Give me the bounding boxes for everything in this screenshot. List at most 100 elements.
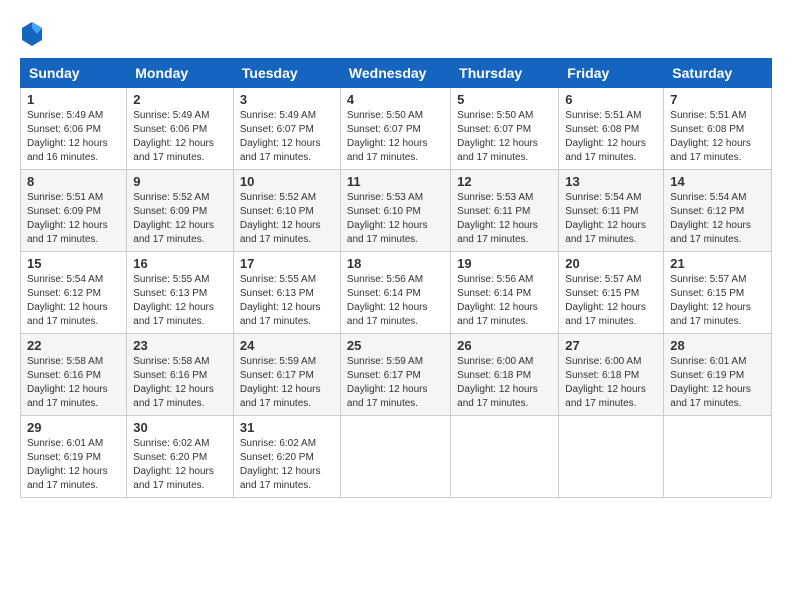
calendar-cell: 9Sunrise: 5:52 AMSunset: 6:09 PMDaylight…	[127, 170, 234, 252]
day-number: 18	[347, 256, 444, 271]
calendar-cell: 28 Sunrise: 6:01 AMSunset: 6:19 PMDayligh…	[664, 334, 772, 416]
calendar-header-wednesday: Wednesday	[340, 59, 450, 88]
calendar-cell: 26Sunrise: 6:00 AMSunset: 6:18 PMDayligh…	[451, 334, 559, 416]
cell-info: Sunrise: 5:54 AMSunset: 6:12 PMDaylight:…	[670, 192, 751, 245]
calendar-week-row: 22Sunrise: 5:58 AMSunset: 6:16 PMDayligh…	[21, 334, 772, 416]
calendar-cell: 11 Sunrise: 5:53 AMSunset: 6:10 PMDayligh…	[340, 170, 450, 252]
calendar-table: SundayMondayTuesdayWednesdayThursdayFrid…	[20, 58, 772, 498]
cell-info: Sunrise: 6:02 AMSunset: 6:20 PMDaylight:…	[240, 438, 321, 491]
calendar-cell: 14Sunrise: 5:54 AMSunset: 6:12 PMDayligh…	[664, 170, 772, 252]
day-number: 28	[670, 338, 765, 353]
day-number: 12	[457, 174, 552, 189]
cell-info: Sunrise: 6:01 AMSunset: 6:19 PMDaylight:…	[27, 438, 108, 491]
calendar-cell: 6 Sunrise: 5:51 AMSunset: 6:08 PMDaylight…	[559, 88, 664, 170]
calendar-cell: 24Sunrise: 5:59 AMSunset: 6:17 PMDayligh…	[233, 334, 340, 416]
cell-info: Sunrise: 5:52 AMSunset: 6:10 PMDaylight:…	[240, 192, 321, 245]
calendar-cell: 3 Sunrise: 5:49 AMSunset: 6:07 PMDaylight…	[233, 88, 340, 170]
day-number: 26	[457, 338, 552, 353]
logo	[20, 20, 48, 48]
calendar-cell: 5 Sunrise: 5:50 AMSunset: 6:07 PMDaylight…	[451, 88, 559, 170]
cell-info: Sunrise: 5:54 AMSunset: 6:12 PMDaylight:…	[27, 274, 108, 327]
day-number: 27	[565, 338, 657, 353]
day-number: 1	[27, 92, 120, 107]
cell-info: Sunrise: 5:58 AMSunset: 6:16 PMDaylight:…	[27, 356, 108, 409]
calendar-cell: 25 Sunrise: 5:59 AMSunset: 6:17 PMDayligh…	[340, 334, 450, 416]
calendar-body: 1 Sunrise: 5:49 AMSunset: 6:06 PMDaylight…	[21, 88, 772, 498]
cell-info: Sunrise: 5:59 AMSunset: 6:17 PMDaylight:…	[240, 356, 321, 409]
day-number: 20	[565, 256, 657, 271]
day-number: 25	[347, 338, 444, 353]
calendar-cell: 13 Sunrise: 5:54 AMSunset: 6:11 PMDayligh…	[559, 170, 664, 252]
day-number: 11	[347, 174, 444, 189]
calendar-header-sunday: Sunday	[21, 59, 127, 88]
calendar-header-row: SundayMondayTuesdayWednesdayThursdayFrid…	[21, 59, 772, 88]
calendar-header-friday: Friday	[559, 59, 664, 88]
calendar-cell: 2 Sunrise: 5:49 AMSunset: 6:06 PMDaylight…	[127, 88, 234, 170]
day-number: 8	[27, 174, 120, 189]
calendar-week-row: 8 Sunrise: 5:51 AMSunset: 6:09 PMDaylight…	[21, 170, 772, 252]
day-number: 3	[240, 92, 334, 107]
calendar-week-row: 15Sunrise: 5:54 AMSunset: 6:12 PMDayligh…	[21, 252, 772, 334]
cell-info: Sunrise: 6:01 AMSunset: 6:19 PMDaylight:…	[670, 356, 751, 409]
day-number: 2	[133, 92, 227, 107]
day-number: 29	[27, 420, 120, 435]
calendar-cell: 12 Sunrise: 5:53 AMSunset: 6:11 PMDayligh…	[451, 170, 559, 252]
cell-info: Sunrise: 5:51 AMSunset: 6:09 PMDaylight:…	[27, 192, 108, 245]
calendar-header-tuesday: Tuesday	[233, 59, 340, 88]
cell-info: Sunrise: 5:53 AMSunset: 6:11 PMDaylight:…	[457, 192, 538, 245]
cell-info: Sunrise: 5:59 AMSunset: 6:17 PMDaylight:…	[347, 356, 428, 409]
calendar-cell: 8 Sunrise: 5:51 AMSunset: 6:09 PMDaylight…	[21, 170, 127, 252]
cell-info: Sunrise: 5:50 AMSunset: 6:07 PMDaylight:…	[457, 110, 538, 163]
calendar-cell	[664, 416, 772, 498]
day-number: 5	[457, 92, 552, 107]
cell-info: Sunrise: 6:00 AMSunset: 6:18 PMDaylight:…	[565, 356, 646, 409]
cell-info: Sunrise: 5:51 AMSunset: 6:08 PMDaylight:…	[565, 110, 646, 163]
day-number: 13	[565, 174, 657, 189]
cell-info: Sunrise: 5:58 AMSunset: 6:16 PMDaylight:…	[133, 356, 214, 409]
cell-info: Sunrise: 5:49 AMSunset: 6:07 PMDaylight:…	[240, 110, 321, 163]
day-number: 6	[565, 92, 657, 107]
day-number: 23	[133, 338, 227, 353]
page-header	[20, 20, 772, 48]
calendar-header-monday: Monday	[127, 59, 234, 88]
cell-info: Sunrise: 5:55 AMSunset: 6:13 PMDaylight:…	[133, 274, 214, 327]
cell-info: Sunrise: 5:51 AMSunset: 6:08 PMDaylight:…	[670, 110, 751, 163]
day-number: 4	[347, 92, 444, 107]
calendar-cell: 21 Sunrise: 5:57 AMSunset: 6:15 PMDayligh…	[664, 252, 772, 334]
cell-info: Sunrise: 5:56 AMSunset: 6:14 PMDaylight:…	[457, 274, 538, 327]
calendar-cell: 18 Sunrise: 5:56 AMSunset: 6:14 PMDayligh…	[340, 252, 450, 334]
logo-icon	[20, 20, 44, 48]
cell-info: Sunrise: 6:02 AMSunset: 6:20 PMDaylight:…	[133, 438, 214, 491]
day-number: 7	[670, 92, 765, 107]
calendar-cell: 29 Sunrise: 6:01 AMSunset: 6:19 PMDayligh…	[21, 416, 127, 498]
calendar-cell: 22Sunrise: 5:58 AMSunset: 6:16 PMDayligh…	[21, 334, 127, 416]
calendar-cell: 20 Sunrise: 5:57 AMSunset: 6:15 PMDayligh…	[559, 252, 664, 334]
calendar-cell: 17 Sunrise: 5:55 AMSunset: 6:13 PMDayligh…	[233, 252, 340, 334]
day-number: 31	[240, 420, 334, 435]
cell-info: Sunrise: 5:54 AMSunset: 6:11 PMDaylight:…	[565, 192, 646, 245]
calendar-week-row: 1 Sunrise: 5:49 AMSunset: 6:06 PMDaylight…	[21, 88, 772, 170]
cell-info: Sunrise: 5:55 AMSunset: 6:13 PMDaylight:…	[240, 274, 321, 327]
calendar-cell: 27 Sunrise: 6:00 AMSunset: 6:18 PMDayligh…	[559, 334, 664, 416]
calendar-cell: 23 Sunrise: 5:58 AMSunset: 6:16 PMDayligh…	[127, 334, 234, 416]
cell-info: Sunrise: 5:49 AMSunset: 6:06 PMDaylight:…	[27, 110, 108, 163]
cell-info: Sunrise: 5:57 AMSunset: 6:15 PMDaylight:…	[565, 274, 646, 327]
cell-info: Sunrise: 5:56 AMSunset: 6:14 PMDaylight:…	[347, 274, 428, 327]
day-number: 30	[133, 420, 227, 435]
day-number: 19	[457, 256, 552, 271]
day-number: 17	[240, 256, 334, 271]
calendar-cell: 1 Sunrise: 5:49 AMSunset: 6:06 PMDaylight…	[21, 88, 127, 170]
calendar-cell: 16 Sunrise: 5:55 AMSunset: 6:13 PMDayligh…	[127, 252, 234, 334]
day-number: 16	[133, 256, 227, 271]
day-number: 21	[670, 256, 765, 271]
cell-info: Sunrise: 5:52 AMSunset: 6:09 PMDaylight:…	[133, 192, 214, 245]
calendar-header-thursday: Thursday	[451, 59, 559, 88]
cell-info: Sunrise: 5:49 AMSunset: 6:06 PMDaylight:…	[133, 110, 214, 163]
cell-info: Sunrise: 5:57 AMSunset: 6:15 PMDaylight:…	[670, 274, 751, 327]
calendar-cell: 31 Sunrise: 6:02 AMSunset: 6:20 PMDayligh…	[233, 416, 340, 498]
calendar-header-saturday: Saturday	[664, 59, 772, 88]
cell-info: Sunrise: 5:53 AMSunset: 6:10 PMDaylight:…	[347, 192, 428, 245]
calendar-cell: 4Sunrise: 5:50 AMSunset: 6:07 PMDaylight…	[340, 88, 450, 170]
calendar-cell: 15Sunrise: 5:54 AMSunset: 6:12 PMDayligh…	[21, 252, 127, 334]
calendar-cell: 7 Sunrise: 5:51 AMSunset: 6:08 PMDaylight…	[664, 88, 772, 170]
